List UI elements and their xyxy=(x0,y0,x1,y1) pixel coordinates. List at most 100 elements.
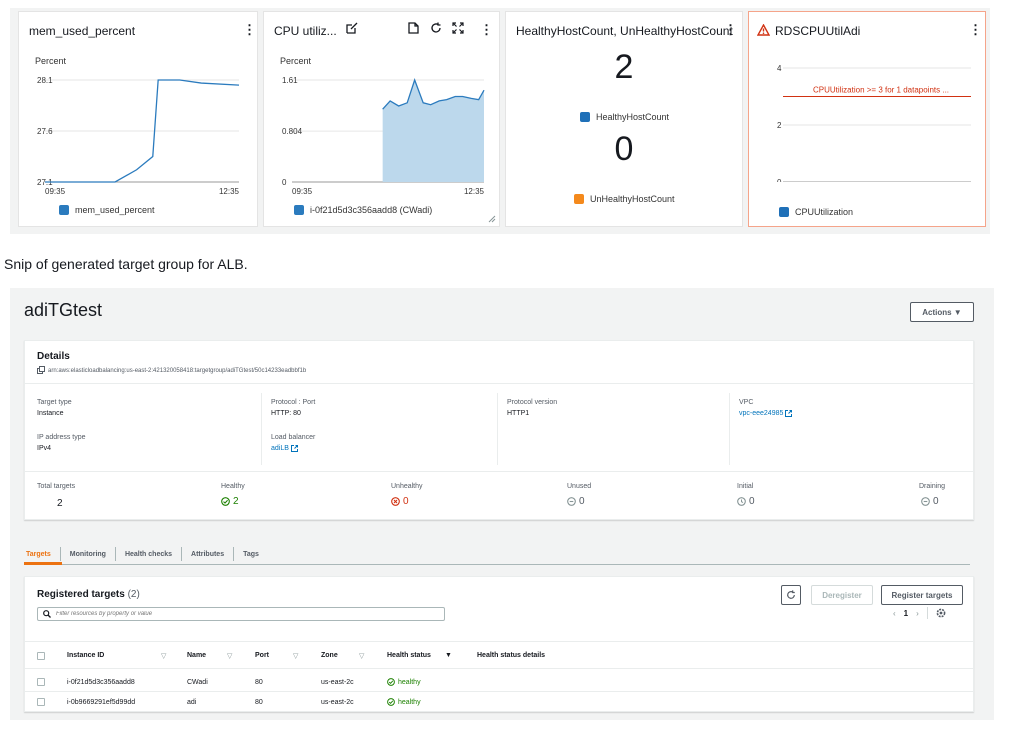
sort-icon[interactable]: ▽ xyxy=(359,652,364,660)
tab-monitoring[interactable]: Monitoring xyxy=(59,547,115,561)
settings-gear-icon[interactable] xyxy=(936,608,946,618)
target-zone: us-east-2c xyxy=(321,679,354,686)
tab-targets[interactable]: Targets xyxy=(24,547,60,561)
external-link-icon xyxy=(290,445,298,452)
chart-legend[interactable]: CPUUtilization xyxy=(779,207,853,217)
sort-icon[interactable]: ▽ xyxy=(227,652,232,660)
copy-icon[interactable] xyxy=(37,366,45,376)
chart-legend[interactable]: i-0f21d5d3c356aadd8 (CWadi) xyxy=(294,205,432,215)
select-all-checkbox[interactable] xyxy=(37,652,45,660)
register-targets-button[interactable]: Register targets xyxy=(881,585,963,605)
file-icon[interactable] xyxy=(408,22,419,37)
divider xyxy=(25,383,973,384)
more-options-icon[interactable]: ⋮ xyxy=(243,22,256,38)
active-tab-indicator xyxy=(24,562,62,565)
unused-count-label: Unused xyxy=(567,483,592,490)
legend-label: i-0f21d5d3c356aadd8 (CWadi) xyxy=(310,205,433,215)
row-checkbox[interactable] xyxy=(37,678,45,686)
sort-descending-icon[interactable]: ▼ xyxy=(445,652,452,659)
tab-tags[interactable]: Tags xyxy=(233,547,268,561)
tab-divider xyxy=(24,564,970,565)
x-tick-label: 09:35 xyxy=(45,187,66,194)
column-header-instance-id[interactable]: Instance ID xyxy=(67,652,104,659)
initial-count-label: Initial xyxy=(737,483,754,490)
sort-icon[interactable]: ▽ xyxy=(293,652,298,660)
column-header-health-status-details[interactable]: Health status details xyxy=(477,652,545,659)
health-status: healthy xyxy=(387,698,421,706)
load-balancer-link[interactable]: adiLB xyxy=(271,445,298,452)
initial-count: 0 xyxy=(737,496,755,507)
arn-row: arn:aws:elasticloadbalancing:us-east-2:4… xyxy=(37,366,306,376)
protocol-port-value: HTTP: 80 xyxy=(271,410,301,417)
resize-handle-icon[interactable] xyxy=(488,215,496,223)
unused-count-value: 0 xyxy=(579,496,585,507)
protocol-version-value: HTTP1 xyxy=(507,410,530,417)
tab-health-checks[interactable]: Health checks xyxy=(114,547,181,561)
details-card: Details arn:aws:elasticloadbalancing:us-… xyxy=(24,340,974,520)
healthy-count: 2 xyxy=(221,496,239,507)
refresh-button[interactable] xyxy=(781,585,801,605)
draining-minus-icon xyxy=(921,497,930,506)
unhealthy-count-label: Unhealthy xyxy=(391,483,423,490)
caption-text: Snip of generated target group for ALB. xyxy=(4,256,248,272)
actions-button[interactable]: Actions ▼ xyxy=(910,302,974,322)
cpu-utilization-widget[interactable]: CPU utiliz... ⋮ Percent 1.61 0.804 0 09:35 1… xyxy=(263,11,500,227)
divider xyxy=(729,393,730,465)
refresh-icon[interactable] xyxy=(430,22,442,37)
previous-page-icon[interactable]: ‹ xyxy=(893,609,896,618)
health-status: healthy xyxy=(387,678,421,686)
refresh-icon xyxy=(787,590,795,599)
current-page[interactable]: 1 xyxy=(904,609,908,618)
target-port: 80 xyxy=(255,699,263,706)
mem-line-chart: 28.127.627.109:35 12:35 xyxy=(37,76,240,194)
target-type-value: Instance xyxy=(37,410,64,417)
search-icon xyxy=(43,610,51,618)
y-tick-label: 0 xyxy=(282,178,287,187)
warning-icon xyxy=(756,23,771,41)
health-status-label: healthy xyxy=(398,698,421,706)
y-tick-label: 1.61 xyxy=(282,76,298,85)
next-page-icon[interactable]: › xyxy=(916,609,919,618)
widget-title: HealthyHostCount, UnHealthyHostCount xyxy=(516,24,733,38)
pagination: ‹ 1 › xyxy=(893,607,946,619)
instance-id-link[interactable]: i-0f21d5d3c356aadd8 xyxy=(67,679,135,686)
more-options-icon[interactable]: ⋮ xyxy=(724,22,737,38)
filter-search[interactable] xyxy=(37,607,445,621)
column-header-health-status[interactable]: Health status xyxy=(387,652,431,659)
series-area xyxy=(382,80,484,182)
host-count-widget[interactable]: HealthyHostCount, UnHealthyHostCount ⋮ 2… xyxy=(505,11,743,227)
cpu-area-chart: 1.61 0.804 0 09:35 12:35 xyxy=(282,76,485,194)
row-checkbox[interactable] xyxy=(37,698,45,706)
expand-icon[interactable] xyxy=(452,22,464,37)
tab-bar: Targets Monitoring Health checks Attribu… xyxy=(24,544,268,564)
tab-attributes[interactable]: Attributes xyxy=(181,547,233,561)
edit-icon[interactable] xyxy=(346,22,358,37)
deregister-button[interactable]: Deregister xyxy=(811,585,873,605)
load-balancer-value: adiLB xyxy=(271,445,289,452)
chart-legend[interactable]: mem_used_percent xyxy=(59,205,155,215)
widget-title: CPU utiliz... xyxy=(274,24,337,38)
x-tick-label: 12:35 xyxy=(464,187,485,194)
rds-cpu-alarm-widget[interactable]: RDSCPUUtilAdi ⋮ 42009:3912:38CPUUtilizat… xyxy=(748,11,986,227)
external-link-icon xyxy=(785,410,793,417)
y-tick-label: 4 xyxy=(777,64,782,73)
column-header-port[interactable]: Port xyxy=(255,652,269,659)
x-tick-label: 12:35 xyxy=(219,187,240,194)
target-name: CWadi xyxy=(187,679,208,686)
instance-id-link[interactable]: i-0b9669291ef5d99dd xyxy=(67,699,135,706)
filter-input[interactable] xyxy=(56,611,436,617)
column-header-zone[interactable]: Zone xyxy=(321,652,338,659)
more-options-icon[interactable]: ⋮ xyxy=(480,22,493,38)
sort-icon[interactable]: ▽ xyxy=(161,652,166,660)
more-options-icon[interactable]: ⋮ xyxy=(969,22,982,38)
vpc-value: vpc-eee24985 xyxy=(739,410,784,417)
column-header-name[interactable]: Name xyxy=(187,652,206,659)
protocol-version-label: Protocol version xyxy=(507,399,558,406)
divider xyxy=(497,393,498,465)
legend-swatch xyxy=(580,112,590,122)
registered-targets-title-text: Registered targets xyxy=(37,589,125,600)
target-type-label: Target type xyxy=(37,399,72,406)
healthy-host-legend: HealthyHostCount xyxy=(580,112,669,122)
vpc-link[interactable]: vpc-eee24985 xyxy=(739,410,793,417)
mem-used-widget[interactable]: mem_used_percent ⋮ Percent 28.1 27.6 27.1 0… xyxy=(18,11,258,227)
